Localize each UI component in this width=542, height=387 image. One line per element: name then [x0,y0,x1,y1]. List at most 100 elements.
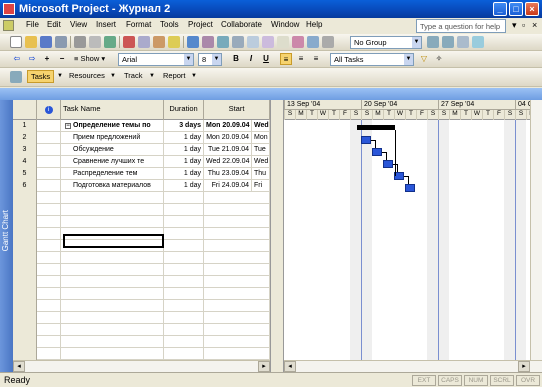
close-button[interactable]: × [525,2,539,16]
duration-header[interactable]: Duration [164,100,204,120]
task-name-cell[interactable] [61,252,164,264]
unlink-tasks-icon[interactable] [232,36,244,48]
finish-cell[interactable]: Tue [252,144,270,156]
row-number[interactable]: 3 [13,144,37,156]
task-name-cell[interactable] [61,288,164,300]
filter-select[interactable]: All Tasks ▼ [330,53,414,66]
menu-window[interactable]: Window [271,20,299,29]
start-cell[interactable]: Wed 22.09.04 [204,156,252,168]
autofilter-icon[interactable]: ▽ [418,53,430,65]
duration-cell[interactable] [164,276,204,288]
save-icon[interactable] [40,36,52,48]
start-cell[interactable] [204,228,270,240]
task-bar[interactable] [383,160,393,168]
italic-button[interactable]: I [245,53,257,65]
minimize-button[interactable]: _ [493,2,507,16]
start-cell[interactable] [204,240,270,252]
chevron-down-icon[interactable]: ▼ [412,37,421,48]
table-row[interactable]: 5 Распределение тем 1 day Thu 23.09.04 Thu [13,168,270,180]
row-number[interactable]: 2 [13,132,37,144]
table-row[interactable]: 2 Прием предложений 1 day Mon 20.09.04 Mon [13,132,270,144]
empty-row[interactable] [13,336,270,348]
scroll-left-icon[interactable]: ◂ [284,361,296,372]
duration-cell[interactable] [164,264,204,276]
duration-cell[interactable] [164,348,204,360]
menu-file[interactable]: File [26,20,39,29]
task-name-cell[interactable]: Обсуждение [61,144,164,156]
task-name-cell[interactable] [61,204,164,216]
scroll-right-icon[interactable]: ▸ [518,361,530,372]
chevron-down-icon[interactable]: ▼ [404,54,413,65]
copy-picture-icon[interactable] [322,36,334,48]
duration-cell[interactable] [164,252,204,264]
resources-button[interactable]: Resources [66,70,108,83]
task-bar[interactable] [405,184,415,192]
start-cell[interactable] [204,300,270,312]
underline-button[interactable]: U [260,53,272,65]
start-cell[interactable] [204,276,270,288]
track-button[interactable]: Track [121,70,145,83]
row-number[interactable]: 4 [13,156,37,168]
duration-cell[interactable]: 1 day [164,180,204,192]
search-icon[interactable] [55,36,67,48]
duration-cell[interactable]: 1 day [164,132,204,144]
copy-icon[interactable] [138,36,150,48]
arrow-right-icon[interactable]: ⇨ [26,53,38,65]
row-number[interactable] [13,192,37,204]
menu-help[interactable]: Help [306,20,322,29]
start-cell[interactable]: Fri 24.09.04 [204,180,252,192]
start-cell[interactable] [204,288,270,300]
start-cell[interactable] [204,312,270,324]
row-number[interactable] [13,252,37,264]
undo-icon[interactable] [187,36,199,48]
duration-cell[interactable] [164,288,204,300]
finish-cell[interactable]: Mon [252,132,270,144]
menu-tools[interactable]: Tools [160,20,179,29]
scroll-to-task-icon[interactable] [457,36,469,48]
task-name-cell[interactable]: − Определение темы по [61,120,164,132]
start-cell[interactable]: Tue 21.09.04 [204,144,252,156]
view-splitter[interactable] [270,100,284,372]
publish-icon[interactable] [307,36,319,48]
menu-edit[interactable]: Edit [47,20,61,29]
table-row[interactable]: 1− Определение темы по 3 days Mon 20.09.04 W… [13,120,270,132]
plus-icon[interactable]: + [41,53,53,65]
align-left-icon[interactable]: ≡ [280,53,292,65]
print-icon[interactable] [74,36,86,48]
selected-cell[interactable] [63,234,164,248]
open-icon[interactable] [25,36,37,48]
summary-bar[interactable] [357,125,395,130]
row-number[interactable] [13,228,37,240]
doc-close-icon[interactable]: × [532,20,537,30]
gantt-chart[interactable]: 13 Sep '04 20 Sep '04 27 Sep '04 04 O SM… [284,100,542,360]
document-icon[interactable] [3,20,14,31]
show-button[interactable]: ≡ Show ▾ [71,53,108,66]
font-size-select[interactable]: 8 ▼ [198,53,222,66]
zoom-in-icon[interactable] [427,36,439,48]
row-number[interactable] [13,216,37,228]
report-button[interactable]: Report [160,70,189,83]
row-number[interactable] [13,324,37,336]
row-number[interactable] [13,300,37,312]
select-all-corner[interactable] [13,100,37,120]
new-icon[interactable] [10,36,22,48]
empty-row[interactable] [13,300,270,312]
table-horizontal-scrollbar[interactable]: ◂ ▸ [13,360,270,372]
project-app-icon[interactable] [3,3,15,15]
view-bar[interactable]: Gantt Chart [0,100,13,372]
font-select[interactable]: Arial ▼ [118,53,194,66]
chevron-down-icon[interactable]: ▼ [54,70,66,82]
menu-format[interactable]: Format [126,20,151,29]
bold-button[interactable]: B [230,53,242,65]
indicators-column-header[interactable]: i [37,100,61,120]
help-icon[interactable] [472,36,484,48]
align-right-icon[interactable]: ≡ [310,53,322,65]
start-cell[interactable] [204,324,270,336]
chevron-down-icon[interactable]: ▼ [212,54,221,65]
entry-bar[interactable] [0,88,542,100]
start-cell[interactable] [204,192,270,204]
duration-cell[interactable] [164,324,204,336]
scroll-left-icon[interactable]: ◂ [13,361,25,372]
start-cell[interactable] [204,216,270,228]
maximize-button[interactable]: □ [509,2,523,16]
